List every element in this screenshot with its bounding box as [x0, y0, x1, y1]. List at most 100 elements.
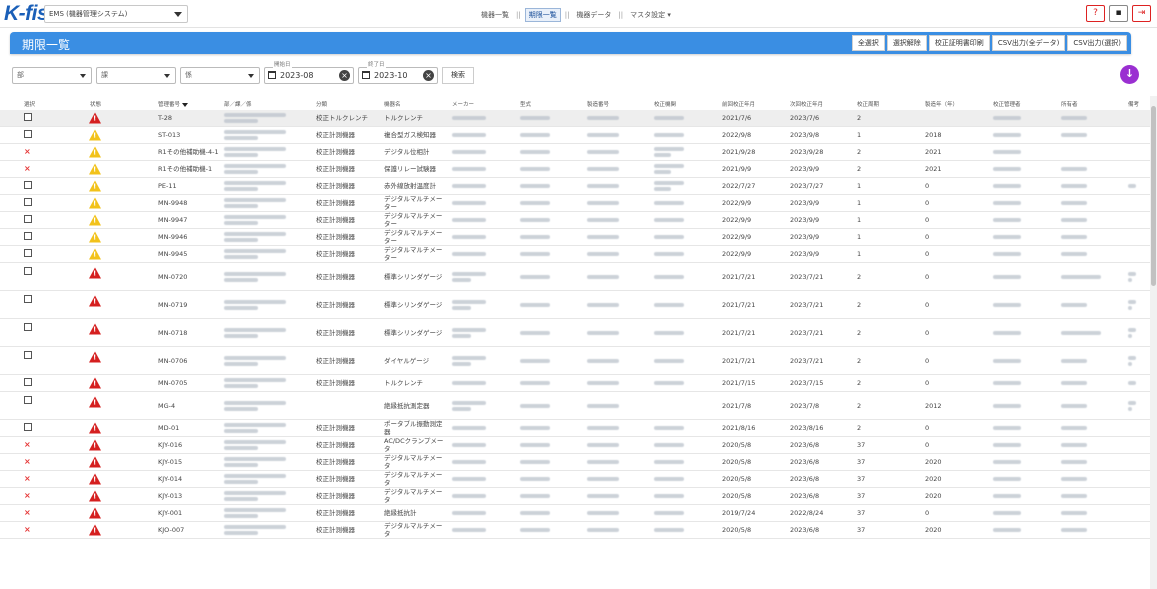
col-mfg-year[interactable]: 製造年（年） — [925, 100, 958, 108]
scrollbar-thumb[interactable] — [1151, 106, 1156, 286]
maker-cell — [452, 250, 486, 258]
csv-all-button[interactable]: CSV出力(全データ) — [991, 35, 1066, 51]
table-row[interactable]: ×! KJO-007 校正計測機器 デジタルマルチメータ 2020/5/8 2023/6/… — [0, 522, 1150, 539]
status-cell: ! — [89, 377, 101, 389]
start-date-field[interactable]: 開始日 2023-08 × — [264, 62, 354, 84]
scroll-down-icon[interactable]: ↓ — [1120, 65, 1139, 84]
x-mark-icon[interactable]: × — [24, 491, 31, 500]
table-row[interactable]: ! MN-9948 校正計測機器 デジタルマルチメーター 2022/9/9 2023/9/… — [0, 195, 1150, 212]
user-card-icon[interactable]: ▪ — [1109, 5, 1128, 22]
table-row[interactable]: ! MN-0705 校正計測機器 トルクレンチ 2021/7/15 2023/7/15 2 0 — [0, 375, 1150, 392]
col-status[interactable]: 状態 — [90, 100, 101, 108]
management-number: KJY-013 — [158, 492, 183, 500]
table-row[interactable]: ! T-28 校正トルクレンチ トルクレンチ 2021/7/6 2023/7/6 2 — [0, 110, 1150, 127]
table-row[interactable]: ! MN-0706 校正計測機器 ダイヤルゲージ 2021/7/21 2023/7/21 2… — [0, 347, 1150, 375]
col-prev-cal[interactable]: 前回校正年月 — [722, 100, 755, 108]
clear-icon[interactable]: × — [423, 70, 434, 81]
select-all-button[interactable]: 全選択 — [851, 35, 885, 51]
redacted-text — [452, 116, 486, 120]
nav-device-data[interactable]: 機器データ — [573, 9, 614, 21]
table-row[interactable]: ×! KJY-014 校正計測機器 デジタルマルチメータ 2020/5/8 2023/6/… — [0, 471, 1150, 488]
table-row[interactable]: ! MN-9947 校正計測機器 デジタルマルチメーター 2022/9/9 2023/9/… — [0, 212, 1150, 229]
row-checkbox[interactable] — [24, 215, 32, 223]
app-logo[interactable]: K-fis — [4, 2, 49, 26]
calendar-icon[interactable] — [362, 71, 370, 79]
col-owner[interactable]: 所有者 — [1061, 100, 1078, 108]
col-cycle[interactable]: 校正周期 — [857, 100, 879, 108]
row-checkbox[interactable] — [24, 322, 32, 331]
table-row[interactable]: ! MN-0719 校正計測機器 標準シリンダゲージ 2021/7/21 2023/7/2… — [0, 291, 1150, 319]
help-icon[interactable]: ? — [1086, 5, 1105, 22]
deselect-button[interactable]: 選択解除 — [886, 35, 927, 51]
device-name: 複合型ガス検知器 — [384, 131, 436, 139]
table-row[interactable]: ! PE-11 校正計測機器 赤外線放射温度計 2022/7/27 2023/7/27 1 0 — [0, 178, 1150, 195]
nav-deadline-list[interactable]: 期限一覧 — [524, 8, 561, 22]
col-notes[interactable]: 備考 — [1128, 100, 1139, 108]
col-serial[interactable]: 製造番号 — [587, 100, 609, 108]
row-checkbox[interactable] — [24, 294, 32, 303]
table-row[interactable]: ! MN-0720 校正計測機器 標準シリンダゲージ 2021/7/21 2023/7/2… — [0, 263, 1150, 291]
row-checkbox[interactable] — [24, 249, 32, 257]
table-row[interactable]: ×! KJY-015 校正計測機器 デジタルマルチメータ 2020/5/8 2023/6/… — [0, 454, 1150, 471]
x-mark-icon[interactable]: × — [24, 440, 31, 449]
table-row[interactable]: ! MG-4 絶縁抵抗測定器 2021/7/8 2023/7/8 2 2012 — [0, 392, 1150, 420]
category-cell: 校正計測機器 — [316, 475, 355, 483]
table-row[interactable]: ! MD-01 校正計測機器 ポータブル振動測定器 2021/8/16 2023/8/16… — [0, 420, 1150, 437]
logout-icon[interactable]: ⇥ — [1132, 5, 1151, 22]
ka-select[interactable]: 課 — [96, 67, 176, 84]
nav-master-settings[interactable]: マスタ設定 ▾ — [627, 9, 674, 21]
col-cal-manager[interactable]: 校正管理者 — [993, 100, 1021, 108]
calendar-icon[interactable] — [268, 71, 276, 79]
redacted-text — [520, 252, 550, 256]
print-certificate-button[interactable]: 校正証明書印刷 — [928, 35, 990, 51]
x-mark-icon[interactable]: × — [24, 508, 31, 517]
row-checkbox[interactable] — [24, 232, 32, 240]
notes-cell — [1128, 298, 1136, 312]
bu-select[interactable]: 部 — [12, 67, 92, 84]
col-department[interactable]: 部／課／係 — [224, 100, 252, 108]
cal-cycle: 37 — [857, 458, 866, 466]
col-category[interactable]: 分類 — [316, 100, 327, 108]
row-checkbox[interactable] — [24, 266, 32, 275]
col-model[interactable]: 型式 — [520, 100, 531, 108]
row-checkbox[interactable] — [24, 181, 32, 189]
row-checkbox[interactable] — [24, 198, 32, 206]
x-mark-icon[interactable]: × — [24, 457, 31, 466]
clear-icon[interactable]: × — [339, 70, 350, 81]
col-device-name[interactable]: 機器名 — [384, 100, 401, 108]
search-button[interactable]: 検索 — [442, 67, 474, 84]
col-maker[interactable]: メーカー — [452, 100, 474, 108]
end-date-field[interactable]: 終了日 2023-10 × — [358, 62, 438, 84]
row-checkbox[interactable] — [24, 113, 32, 121]
row-checkbox[interactable] — [24, 378, 32, 386]
col-select[interactable]: 選択 — [24, 100, 35, 108]
table-row[interactable]: ×! R1その他補助機-4-1 校正計測機器 デジタル位相計 2021/9/28 2023… — [0, 144, 1150, 161]
table-row[interactable]: ×! R1その他補助機-1 校正計測機器 保護リレー試験器 2021/9/9 2023/9… — [0, 161, 1150, 178]
col-next-cal[interactable]: 次回校正年月 — [790, 100, 823, 108]
redacted-text — [993, 511, 1021, 515]
col-cal-org[interactable]: 校正機関 — [654, 100, 676, 108]
row-checkbox[interactable] — [24, 350, 32, 359]
department-cell — [224, 298, 286, 312]
row-checkbox[interactable] — [24, 130, 32, 138]
x-mark-icon[interactable]: × — [24, 474, 31, 483]
table-row[interactable]: ! ST-013 校正計測機器 複合型ガス検知器 2022/9/8 2023/9/8 1 20… — [0, 127, 1150, 144]
x-mark-icon[interactable]: × — [24, 525, 31, 534]
vertical-scrollbar[interactable] — [1150, 96, 1157, 589]
col-id[interactable]: 管理番号 — [158, 100, 189, 108]
serial-cell — [587, 492, 619, 500]
table-row[interactable]: ×! KJY-013 校正計測機器 デジタルマルチメータ 2020/5/8 2023/6/… — [0, 488, 1150, 505]
nav-device-list[interactable]: 機器一覧 — [478, 9, 512, 21]
x-mark-icon[interactable]: × — [24, 147, 31, 156]
table-row[interactable]: ×! KJY-001 校正計測機器 絶縁抵抗計 2019/7/24 2022/8/24 37… — [0, 505, 1150, 522]
table-row[interactable]: ! MN-9945 校正計測機器 デジタルマルチメーター 2022/9/9 2023/9/… — [0, 246, 1150, 263]
x-mark-icon[interactable]: × — [24, 164, 31, 173]
row-checkbox[interactable] — [24, 423, 32, 431]
system-select[interactable]: EMS (機器管理システム) — [44, 5, 188, 23]
row-checkbox[interactable] — [24, 395, 32, 404]
table-row[interactable]: ! MN-0718 校正計測機器 標準シリンダゲージ 2021/7/21 2023/7/2… — [0, 319, 1150, 347]
table-row[interactable]: ! MN-9946 校正計測機器 デジタルマルチメーター 2022/9/9 2023/9/… — [0, 229, 1150, 246]
kakari-select[interactable]: 係 — [180, 67, 260, 84]
csv-selected-button[interactable]: CSV出力(選択) — [1067, 35, 1127, 51]
table-row[interactable]: ×! KJY-016 校正計測機器 AC/DCクランプメータ 2020/5/8 2023/… — [0, 437, 1150, 454]
